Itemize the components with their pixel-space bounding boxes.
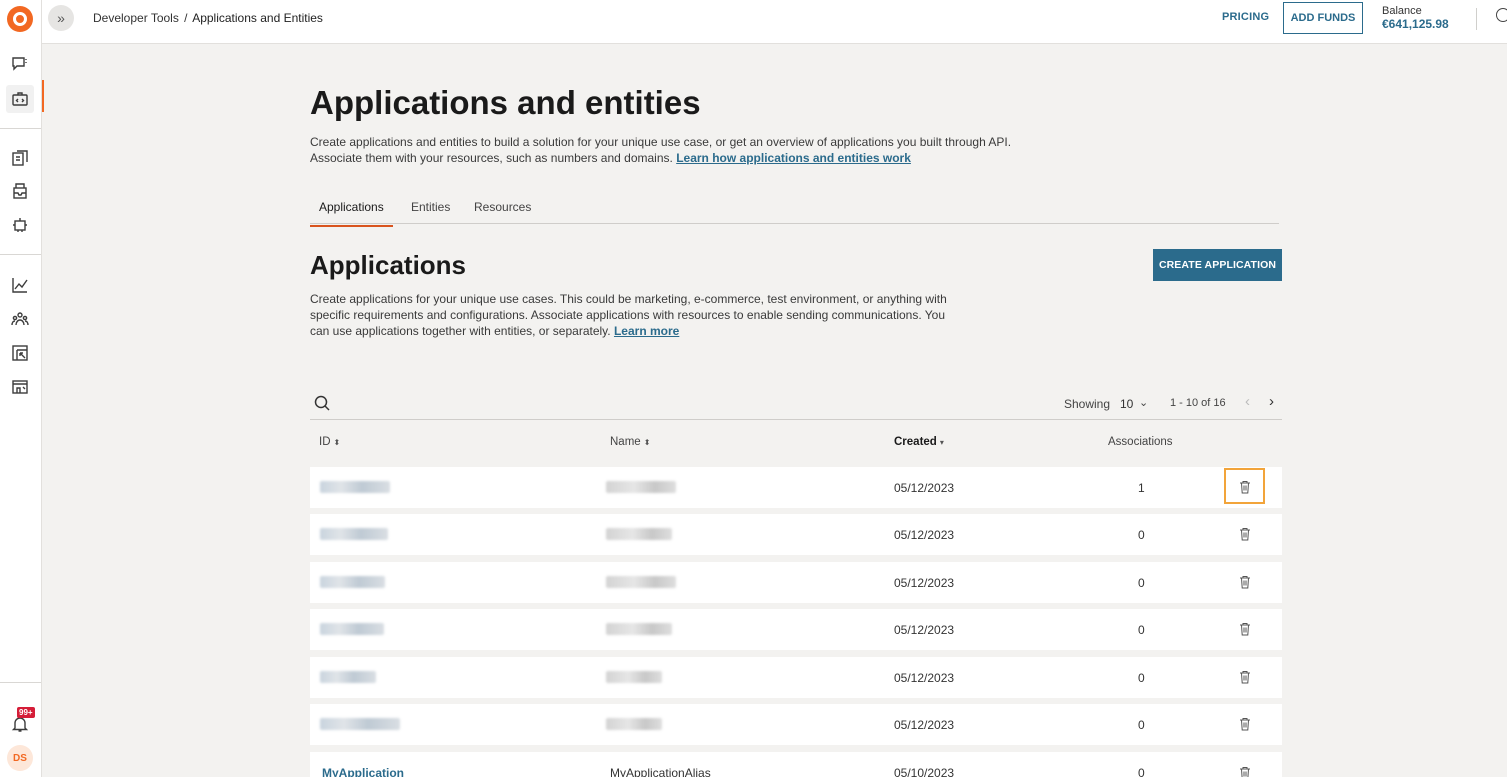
top-bar: » Developer Tools / Applications and Ent… [42,0,1507,44]
section-description: Create applications for your unique use … [310,291,950,339]
trash-icon[interactable] [1239,527,1251,541]
sort-icon: ⬍ [333,438,341,447]
row-associations: 0 [1138,623,1145,637]
tab-applications[interactable]: Applications [310,200,393,227]
pricing-link[interactable]: PRICING [1222,11,1269,23]
row-created: 05/12/2023 [894,718,955,732]
left-nav-rail: 99+ DS [0,0,44,777]
balance-label: Balance [1382,5,1422,17]
row-name-redacted [606,671,662,686]
column-header-id[interactable]: ID ⬍ [319,436,340,448]
rail-divider [0,128,41,129]
learn-how-link[interactable]: Learn how applications and entities work [676,151,911,165]
pagination-range: 1 - 10 of 16 [1170,397,1226,409]
breadcrumb-parent[interactable]: Developer Tools [93,11,179,25]
row-associations: 0 [1138,718,1145,732]
table-row[interactable]: 05/12/2023 0 [310,704,1282,745]
column-header-name[interactable]: Name ⬍ [610,436,650,448]
developer-tools-icon[interactable] [6,80,44,113]
marketplace-icon[interactable] [9,375,31,397]
row-id-redacted[interactable] [320,623,384,638]
brand-logo-icon[interactable] [7,6,33,32]
rail-divider [0,254,41,255]
section-title: Applications [310,250,467,280]
search-icon[interactable] [314,395,330,411]
sort-icon: ⬍ [643,438,651,447]
column-header-created[interactable]: Created ▾ [894,436,944,448]
learn-more-link[interactable]: Learn more [614,324,679,338]
row-created: 05/12/2023 [894,671,955,685]
trash-icon[interactable] [1239,480,1251,494]
notification-count-badge: 99+ [17,707,35,718]
row-created: 05/12/2023 [894,576,955,590]
trash-icon[interactable] [1239,717,1251,731]
tab-resources[interactable]: Resources [465,200,540,224]
table-row[interactable]: 05/12/2023 0 [310,514,1282,555]
row-id-redacted[interactable] [320,576,385,591]
help-icon[interactable] [1496,8,1507,22]
user-avatar[interactable]: DS [7,745,33,771]
trash-icon[interactable] [1239,575,1251,589]
row-name-redacted [606,528,672,543]
tab-bar: Applications Entities Resources [310,196,1279,227]
column-header-associations: Associations [1108,436,1173,448]
sort-descending-icon: ▾ [939,438,944,447]
row-id-redacted[interactable] [320,528,388,543]
row-id-redacted[interactable] [320,481,390,496]
create-application-button[interactable]: CREATE APPLICATION [1153,249,1282,281]
add-funds-button[interactable]: ADD FUNDS [1283,2,1363,34]
tab-entities[interactable]: Entities [402,200,459,224]
row-associations: 0 [1138,576,1145,590]
table-header: ID ⬍ Name ⬍ Created ▾ Associations [310,432,1282,454]
row-created: 05/12/2023 [894,481,955,495]
row-id-redacted[interactable] [320,671,376,686]
bot-icon[interactable] [9,214,31,236]
breadcrumb-current: Applications and Entities [192,11,323,25]
row-created: 05/12/2023 [894,623,955,637]
templates-icon[interactable] [9,147,31,169]
previous-page-icon[interactable]: ‹ [1245,393,1250,410]
showing-label: Showing [1064,397,1111,411]
page-title: Applications and entities [310,84,701,121]
table-row[interactable]: 05/12/2023 0 [310,609,1282,650]
inbox-icon[interactable] [9,180,31,202]
row-name-redacted [606,576,676,591]
row-associations: 0 [1138,671,1145,685]
row-associations: 0 [1138,766,1145,777]
table-row[interactable]: MyApplication MyApplicationAlias 05/10/2… [310,752,1282,777]
analytics-icon[interactable] [9,274,31,296]
balance-value: €641,125.98 [1382,17,1449,31]
campaigns-icon[interactable] [9,342,31,364]
page-size-select[interactable]: 10 [1120,397,1133,411]
conversations-icon[interactable] [9,53,31,75]
page-description: Create applications and entities to buil… [310,134,1030,166]
expand-sidebar-button[interactable]: » [48,5,74,31]
row-created: 05/12/2023 [894,528,955,542]
table-row[interactable]: 05/12/2023 0 [310,657,1282,698]
row-name-redacted [606,623,672,638]
row-associations: 0 [1138,528,1145,542]
trash-icon[interactable] [1239,766,1251,777]
table-row[interactable]: 05/12/2023 0 [310,562,1282,603]
table-toolbar: Showing 10 ⌄ 1 - 10 of 16 ‹ › [310,390,1282,420]
topbar-divider [1476,8,1477,30]
breadcrumb-separator: / [184,11,188,25]
row-name-redacted [606,718,662,733]
row-created: 05/10/2023 [894,766,955,777]
row-associations: 1 [1138,481,1145,495]
chevron-down-icon[interactable]: ⌄ [1139,396,1148,409]
people-icon[interactable] [9,308,31,330]
row-id-link[interactable]: MyApplication [322,766,404,777]
trash-icon[interactable] [1239,670,1251,684]
rail-divider [0,682,41,683]
table-row[interactable]: 05/12/2023 1 [310,467,1282,508]
row-id-redacted[interactable] [320,718,400,733]
row-name-redacted [606,481,676,496]
double-chevron-right-icon: » [57,10,65,26]
next-page-icon[interactable]: › [1269,393,1274,410]
breadcrumb: Developer Tools / Applications and Entit… [93,11,323,25]
trash-icon[interactable] [1239,622,1251,636]
row-name: MyApplicationAlias [610,766,711,777]
